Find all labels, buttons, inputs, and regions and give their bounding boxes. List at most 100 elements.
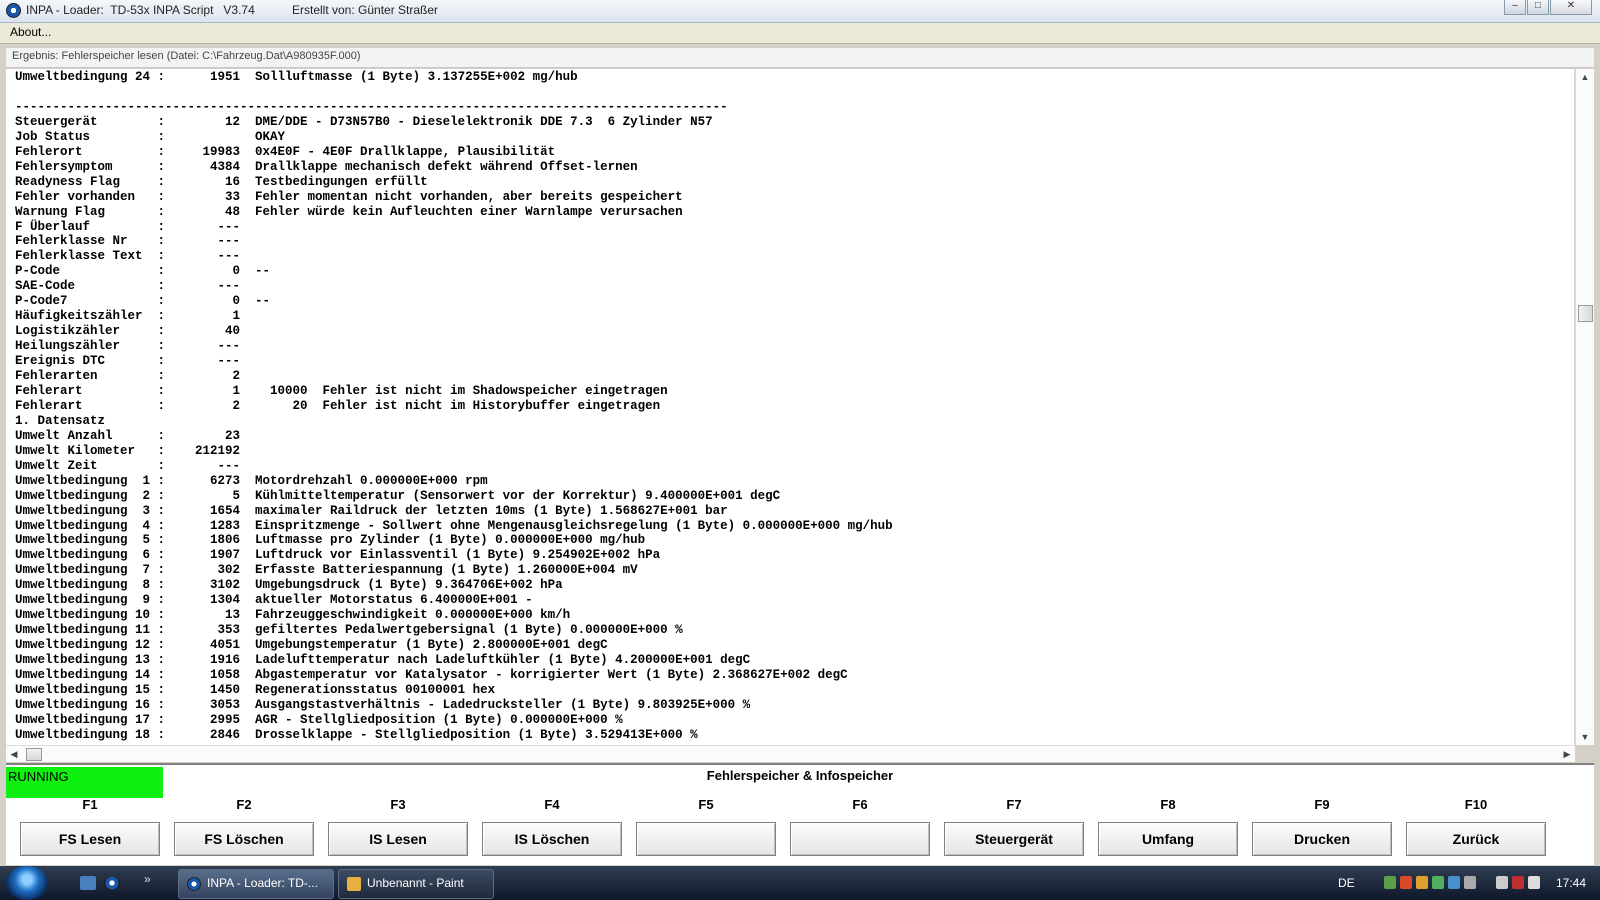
- title-bar: INPA - Loader: TD-53x INPA Script V3.74 …: [0, 0, 1600, 23]
- output-line: Umweltbedingung 13 : 1916 Ladelufttemper…: [15, 653, 751, 668]
- vertical-scrollbar[interactable]: ▲ ▼: [1575, 69, 1594, 745]
- output-line: Fehlerklasse Nr : ---: [15, 234, 241, 249]
- output-line: Umweltbedingung 5 : 1806 Luftmasse pro Z…: [15, 533, 646, 548]
- fkey-label-f4: F4: [544, 797, 560, 812]
- output-line: Umweltbedingung 2 : 5 Kühlmitteltemperat…: [15, 488, 781, 503]
- fkey-label-f10: F10: [1464, 797, 1488, 812]
- output-line: Umwelt Zeit : ---: [15, 458, 241, 473]
- taskbar-item-inpa[interactable]: INPA - Loader: TD-...: [178, 869, 334, 899]
- tray-network-icon[interactable]: [1384, 876, 1396, 889]
- menu-about[interactable]: About...: [10, 25, 51, 39]
- output-area[interactable]: Umweltbedingung 24 : 1951 Sollluftmasse …: [6, 69, 1574, 745]
- output-line: Fehlersymptom : 4384 Drallklappe mechani…: [15, 159, 638, 174]
- output-line: Warnung Flag : 48 Fehler würde kein Aufl…: [15, 204, 683, 219]
- output-line: Umwelt Kilometer : 212192: [15, 443, 241, 458]
- fkey-label-f8: F8: [1160, 797, 1176, 812]
- result-header: Ergebnis: Fehlerspeicher lesen (Datei: C…: [6, 48, 1594, 68]
- minimize-icon[interactable]: –: [1504, 0, 1526, 15]
- horizontal-scrollbar[interactable]: ◀ ▶: [6, 745, 1575, 762]
- fkey-label-f2: F2: [236, 797, 252, 812]
- output-line: Umweltbedingung 6 : 1907 Luftdruck vor E…: [15, 548, 661, 563]
- result-header-text: Ergebnis: Fehlerspeicher lesen (Datei: C…: [12, 50, 361, 62]
- output-line: Umweltbedingung 12 : 4051 Umgebungstempe…: [15, 638, 608, 653]
- function-panel: Fehlerspeicher & Infospeicher RUNNING F1…: [6, 763, 1594, 865]
- output-line: Umweltbedingung 24 : 1951 Sollluftmasse …: [15, 70, 578, 84]
- tray-volume-icon[interactable]: [1528, 876, 1540, 889]
- output-line: 1. Datensatz: [15, 413, 106, 428]
- taskbar: » INPA - Loader: TD-... Unbenannt - Pain…: [0, 866, 1600, 900]
- tray-update-icon[interactable]: [1416, 876, 1428, 889]
- fkey-button-f6[interactable]: [790, 822, 930, 856]
- maximize-icon[interactable]: □: [1527, 0, 1549, 15]
- horizontal-scroll-thumb[interactable]: [26, 748, 42, 761]
- window-author: Erstellt von: Günter Straßer: [292, 3, 439, 17]
- output-line: Ereignis DTC : ---: [15, 354, 241, 369]
- output-line: Fehlerort : 19983 0x4E0F - 4E0F Drallkla…: [15, 144, 556, 159]
- tray-device-icon[interactable]: [1464, 876, 1476, 889]
- output-line: Umwelt Anzahl : 23: [15, 428, 241, 443]
- fkey-label-f6: F6: [852, 797, 868, 812]
- tray-antivirus-icon[interactable]: [1400, 876, 1412, 889]
- window-title: INPA - Loader: TD-53x INPA Script V3.74: [26, 3, 255, 17]
- start-button-icon[interactable]: [6, 866, 48, 900]
- fkey-button-f2[interactable]: FS Löschen: [174, 822, 314, 856]
- output-line: Umweltbedingung 9 : 1304 aktueller Motor…: [15, 593, 533, 608]
- tray-battery-icon[interactable]: [1496, 876, 1508, 889]
- scroll-down-icon[interactable]: ▼: [1576, 729, 1594, 745]
- panel-title: Fehlerspeicher & Infospeicher: [706, 768, 894, 783]
- output-line: Job Status : OKAY: [15, 129, 286, 144]
- output-line: Umweltbedingung 14 : 1058 Abgastemperatu…: [15, 668, 848, 682]
- bmw-logo-icon: [6, 3, 21, 18]
- fkey-button-f10[interactable]: Zurück: [1406, 822, 1546, 856]
- fkey-button-f8[interactable]: Umfang: [1098, 822, 1238, 856]
- fkey-button-f7[interactable]: Steuergerät: [944, 822, 1084, 856]
- fkey-button-f5[interactable]: [636, 822, 776, 856]
- fkey-button-f4[interactable]: IS Löschen: [482, 822, 622, 856]
- status-text: RUNNING: [8, 769, 69, 784]
- taskbar-item-paint[interactable]: Unbenannt - Paint: [338, 869, 494, 899]
- close-icon[interactable]: ✕: [1550, 0, 1592, 15]
- status-indicator: RUNNING: [6, 767, 163, 798]
- output-line: F Überlauf : ---: [15, 219, 241, 234]
- fkey-label-f3: F3: [390, 797, 406, 812]
- output-line: Umweltbedingung 15 : 1450 Regenerationss…: [15, 682, 496, 697]
- output-line: Umweltbedingung 16 : 3053 Ausgangstastve…: [15, 697, 751, 712]
- scroll-up-icon[interactable]: ▲: [1576, 69, 1594, 85]
- fkey-button-f9[interactable]: Drucken: [1252, 822, 1392, 856]
- taskbar-item-label: INPA - Loader: TD-...: [207, 876, 318, 890]
- vertical-scroll-thumb[interactable]: [1578, 305, 1593, 322]
- output-line: Fehlerart : 2 20 Fehler ist nicht im His…: [15, 398, 661, 413]
- fkey-button-f3[interactable]: IS Lesen: [328, 822, 468, 856]
- output-line: Umweltbedingung 17 : 2995 AGR - Stellgli…: [15, 712, 623, 727]
- output-line: Umweltbedingung 1 : 6273 Motordrehzahl 0…: [15, 473, 488, 488]
- scroll-left-icon[interactable]: ◀: [6, 746, 22, 762]
- output-line: P-Code7 : 0 --: [15, 294, 271, 309]
- output-line: Readyness Flag : 16 Testbedingungen erfü…: [15, 174, 428, 189]
- tray-download-icon[interactable]: [1432, 876, 1444, 889]
- show-desktop-icon[interactable]: [80, 876, 96, 890]
- output-line: P-Code : 0 --: [15, 264, 271, 279]
- tray-security-icon[interactable]: [1512, 876, 1524, 889]
- bmw-task-icon: [187, 877, 201, 891]
- output-line: Logistikzähler : 40: [15, 324, 241, 339]
- scroll-right-icon[interactable]: ▶: [1559, 746, 1575, 762]
- output-line: Steuergerät : 12 DME/DDE - D73N57B0 - Di…: [15, 114, 713, 129]
- bmw-quicklaunch-icon[interactable]: [104, 876, 120, 890]
- output-line: Umweltbedingung 4 : 1283 Einspritzmenge …: [15, 518, 893, 533]
- language-indicator[interactable]: DE: [1338, 876, 1355, 890]
- output-line: Umweltbedingung 3 : 1654 maximaler Raild…: [15, 503, 728, 518]
- fkey-label-f1: F1: [82, 797, 98, 812]
- output-line: Umweltbedingung 7 : 302 Erfasste Batteri…: [15, 563, 638, 578]
- output-line: Fehlerart : 1 10000 Fehler ist nicht im …: [15, 383, 668, 398]
- paint-icon: [347, 877, 361, 891]
- output-line: Fehler vorhanden : 33 Fehler momentan ni…: [15, 189, 683, 204]
- clock[interactable]: 17:44: [1556, 876, 1586, 890]
- fkey-button-f1[interactable]: FS Lesen: [20, 822, 160, 856]
- quicklaunch-more-icon[interactable]: »: [144, 872, 151, 886]
- output-line: Fehlerarten : 2: [15, 369, 241, 383]
- menu-bar: About...: [0, 23, 1600, 44]
- output-line: Fehlerklasse Text : ---: [15, 249, 241, 264]
- tray-display-icon[interactable]: [1448, 876, 1460, 889]
- output-line: Heilungszähler : ---: [15, 339, 241, 354]
- output-line: Umweltbedingung 18 : 2846 Drosselklappe …: [15, 727, 698, 742]
